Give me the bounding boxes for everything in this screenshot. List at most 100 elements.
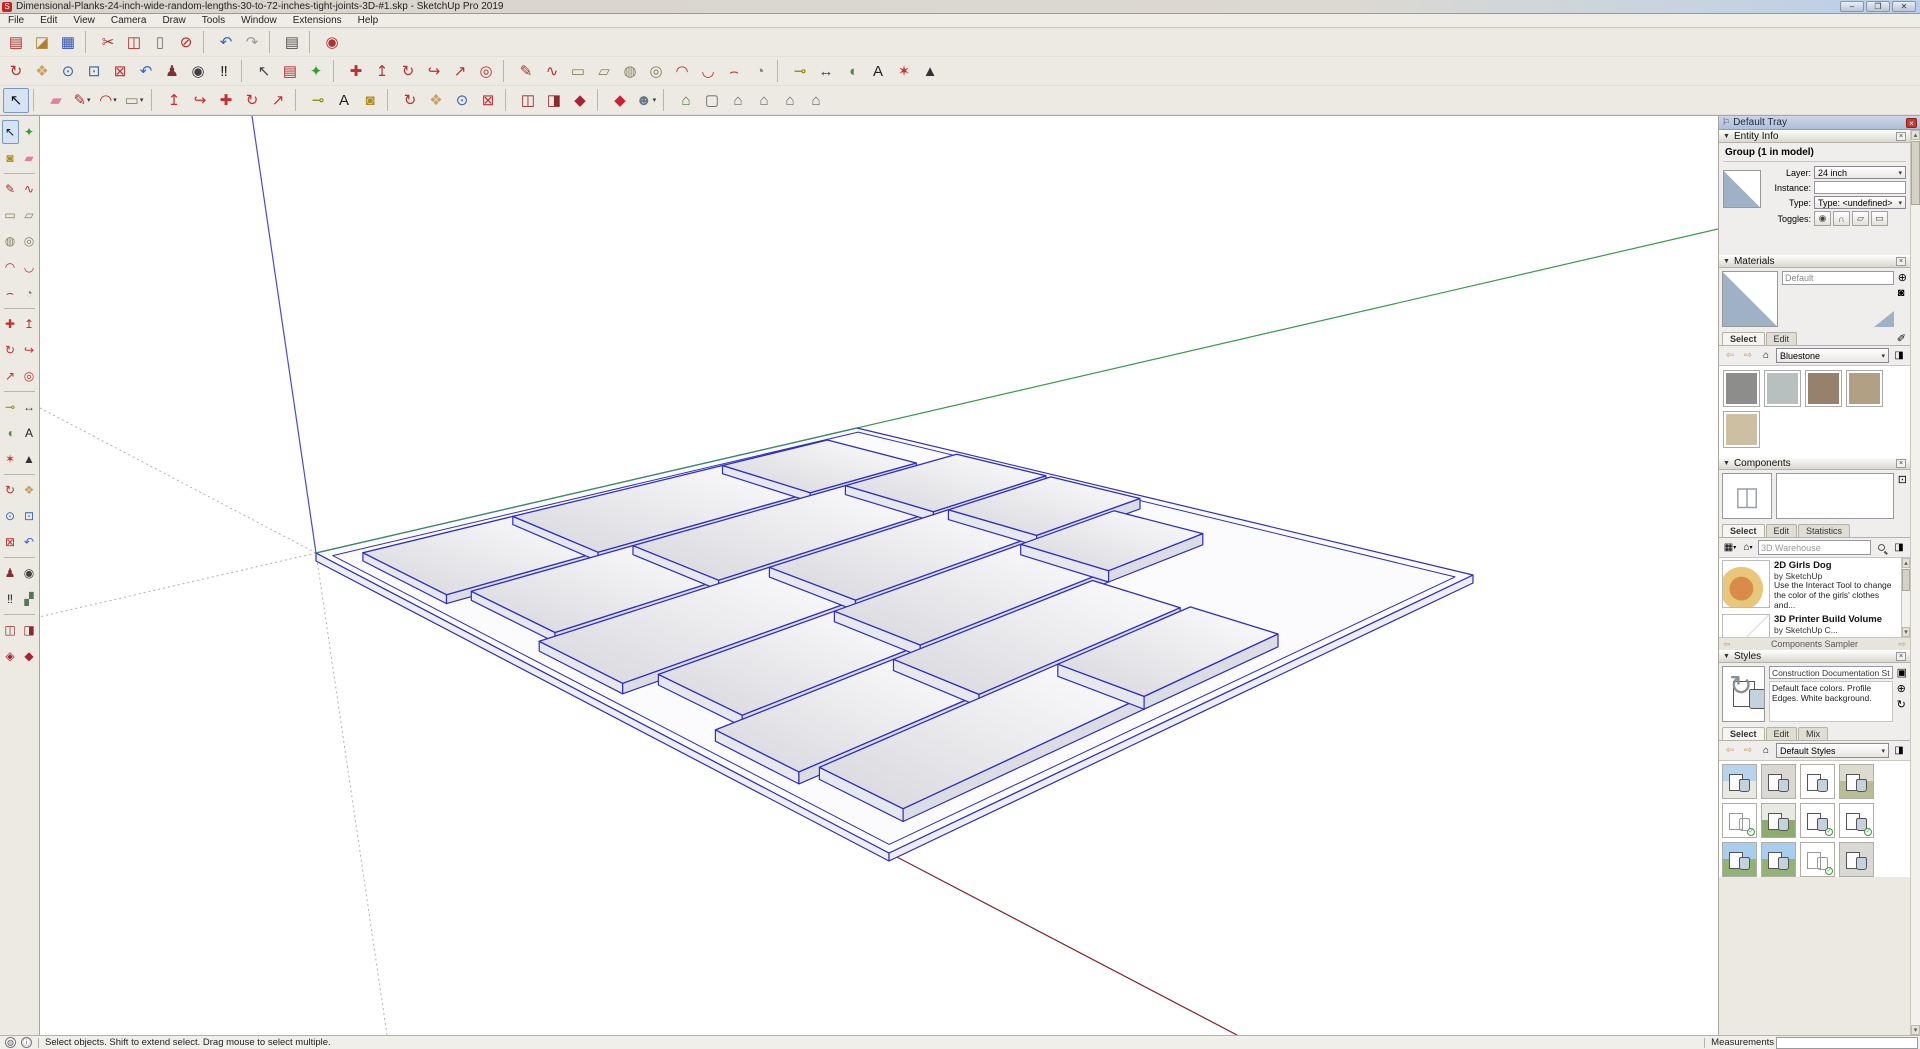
entity-info-button[interactable]: ▤	[277, 59, 303, 84]
dimension-button[interactable]: ↔	[813, 59, 839, 84]
extension-manager-button[interactable]: ◆	[21, 644, 38, 668]
display-pane-icon[interactable]: ▣	[1897, 666, 1907, 679]
dimension-button[interactable]: ↔	[21, 395, 38, 419]
update-style-icon[interactable]: ↻	[1897, 698, 1907, 711]
model-viewport[interactable]	[40, 116, 1718, 1035]
instance-input[interactable]	[1814, 181, 1906, 194]
components-close-button[interactable]: ×	[1896, 459, 1906, 468]
make-component-button[interactable]: ✦	[303, 59, 329, 84]
prev-collection-icon[interactable]: ⇦	[1719, 639, 1735, 650]
style-thumbnail[interactable]	[1722, 842, 1757, 877]
components-header[interactable]: ▼ Components ×	[1719, 457, 1910, 470]
menu-draw[interactable]: Draw	[154, 15, 193, 26]
move-button[interactable]: ✚	[213, 88, 239, 113]
toggle-casts-shadows-button[interactable]: ▭	[1871, 211, 1888, 226]
style-thumbnail[interactable]	[1761, 764, 1796, 799]
walk-button[interactable]: ‼	[2, 587, 19, 611]
protractor-button[interactable]: ◖	[2, 421, 19, 445]
three-point-arc-button[interactable]: ⌢	[2, 281, 19, 305]
components-scrollbar[interactable]: ▴ ▾	[1901, 558, 1910, 637]
close-button[interactable]: ✕	[1892, 1, 1916, 12]
next-collection-icon[interactable]: ⇨	[1894, 639, 1910, 650]
zoom-extents-button[interactable]: ⊠	[475, 88, 501, 113]
menu-extensions[interactable]: Extensions	[285, 15, 350, 26]
line-button[interactable]: ✎	[513, 59, 539, 84]
rectangle-button[interactable]: ▭▾	[121, 88, 147, 113]
scroll-down-icon[interactable]: ▾	[1911, 1025, 1920, 1035]
arc-button[interactable]: ◠	[669, 59, 695, 84]
pie-button[interactable]: ◔	[21, 281, 38, 305]
tab-components-statistics[interactable]: Statistics	[1798, 524, 1850, 537]
tape-measure-button[interactable]: ⊸	[2, 395, 19, 419]
eyedropper-icon[interactable]: ✐	[1897, 332, 1906, 345]
eraser-button[interactable]: ▰	[21, 146, 38, 170]
component-list-item[interactable]: 3D Printer Build Volumeby SketchUp C...	[1719, 612, 1901, 637]
viewport-canvas[interactable]	[40, 116, 1718, 1035]
style-thumbnail[interactable]	[1839, 842, 1874, 877]
tab-materials-edit[interactable]: Edit	[1766, 332, 1798, 345]
zoom-button[interactable]: ⊙	[449, 88, 475, 113]
details-pane-icon[interactable]: ◨	[1891, 349, 1907, 363]
pan-button[interactable]: ❖	[29, 59, 55, 84]
arc-button[interactable]: ◠▾	[95, 88, 121, 113]
restore-button[interactable]: ❐	[1866, 1, 1890, 12]
menu-window[interactable]: Window	[233, 15, 285, 26]
rotate-button[interactable]: ↻	[2, 338, 19, 362]
menu-view[interactable]: View	[65, 15, 103, 26]
add-location-button[interactable]: ◆	[607, 88, 633, 113]
menu-camera[interactable]: Camera	[103, 15, 155, 26]
axes-button[interactable]: ✶	[891, 59, 917, 84]
line-button[interactable]: ✎▾	[69, 88, 95, 113]
tab-styles-select[interactable]: Select	[1722, 727, 1765, 740]
set-paint-button[interactable]: ◙	[1898, 287, 1907, 299]
view-right-button[interactable]: ⌂	[751, 88, 777, 113]
entity-info-close-button[interactable]: ×	[1896, 132, 1906, 141]
style-name-box[interactable]: Construction Documentation St	[1769, 666, 1893, 679]
new-document-button[interactable]: ▤	[3, 30, 29, 55]
undo-button[interactable]: ↶	[213, 30, 239, 55]
select-button[interactable]: ↖	[3, 88, 29, 113]
extension-warehouse-button[interactable]: ◨	[541, 88, 567, 113]
line-button[interactable]: ✎	[2, 177, 19, 201]
orbit-button[interactable]: ↻	[397, 88, 423, 113]
redo-button[interactable]: ↷	[239, 30, 265, 55]
scroll-down-icon[interactable]: ▾	[1902, 627, 1910, 637]
style-thumbnail[interactable]: ✓	[1839, 803, 1874, 838]
position-camera-button[interactable]: ♟	[2, 561, 19, 585]
rotated-rectangle-button[interactable]: ▱	[591, 59, 617, 84]
extension-manager-button[interactable]: ◆	[567, 88, 593, 113]
geolocation-icon[interactable]: ◍	[5, 1037, 16, 1048]
make-component-button[interactable]: ✦	[21, 120, 38, 144]
pan-button[interactable]: ❖	[423, 88, 449, 113]
view-front-button[interactable]: ⌂	[725, 88, 751, 113]
two-point-arc-button[interactable]: ◡	[695, 59, 721, 84]
extension-warehouse-button[interactable]: ◨	[21, 618, 38, 642]
styles-header[interactable]: ▼ Styles ×	[1719, 650, 1910, 663]
axes-button[interactable]: ✶	[2, 447, 19, 471]
text-button[interactable]: A	[865, 59, 891, 84]
style-thumbnail[interactable]	[1800, 764, 1835, 799]
menu-help[interactable]: Help	[350, 15, 387, 26]
materials-close-button[interactable]: ×	[1896, 257, 1906, 266]
look-around-button[interactable]: ◉	[185, 59, 211, 84]
forward-arrow-icon[interactable]: ⇨	[1740, 744, 1756, 758]
save-button[interactable]: ▦	[55, 30, 81, 55]
polygon-button[interactable]: ◎	[21, 229, 38, 253]
zoom-window-button[interactable]: ⊡	[81, 59, 107, 84]
erase-button[interactable]: ⊘	[173, 30, 199, 55]
freehand-button[interactable]: ∿	[21, 177, 38, 201]
layer-dropdown[interactable]: 24 inch▾	[1814, 166, 1906, 179]
toggle-locked-button[interactable]: ∩	[1833, 211, 1850, 226]
view-top-button[interactable]: ▢	[699, 88, 725, 113]
tab-materials-select[interactable]: Select	[1722, 332, 1765, 345]
zoom-extents-button[interactable]: ⊠	[2, 530, 19, 554]
material-swatch-stone-blue-grey[interactable]	[1764, 370, 1801, 407]
scale-button[interactable]: ↗	[447, 59, 473, 84]
freehand-button[interactable]: ∿	[539, 59, 565, 84]
zoom-button[interactable]: ⊙	[55, 59, 81, 84]
tray-close-button[interactable]: ×	[1906, 118, 1917, 128]
home-icon[interactable]: ⌂▾	[1740, 541, 1756, 555]
view-options-icon[interactable]: ▦▾	[1722, 541, 1738, 555]
style-thumbnail[interactable]: ✓	[1800, 842, 1835, 877]
follow-me-button[interactable]: ↪	[421, 59, 447, 84]
